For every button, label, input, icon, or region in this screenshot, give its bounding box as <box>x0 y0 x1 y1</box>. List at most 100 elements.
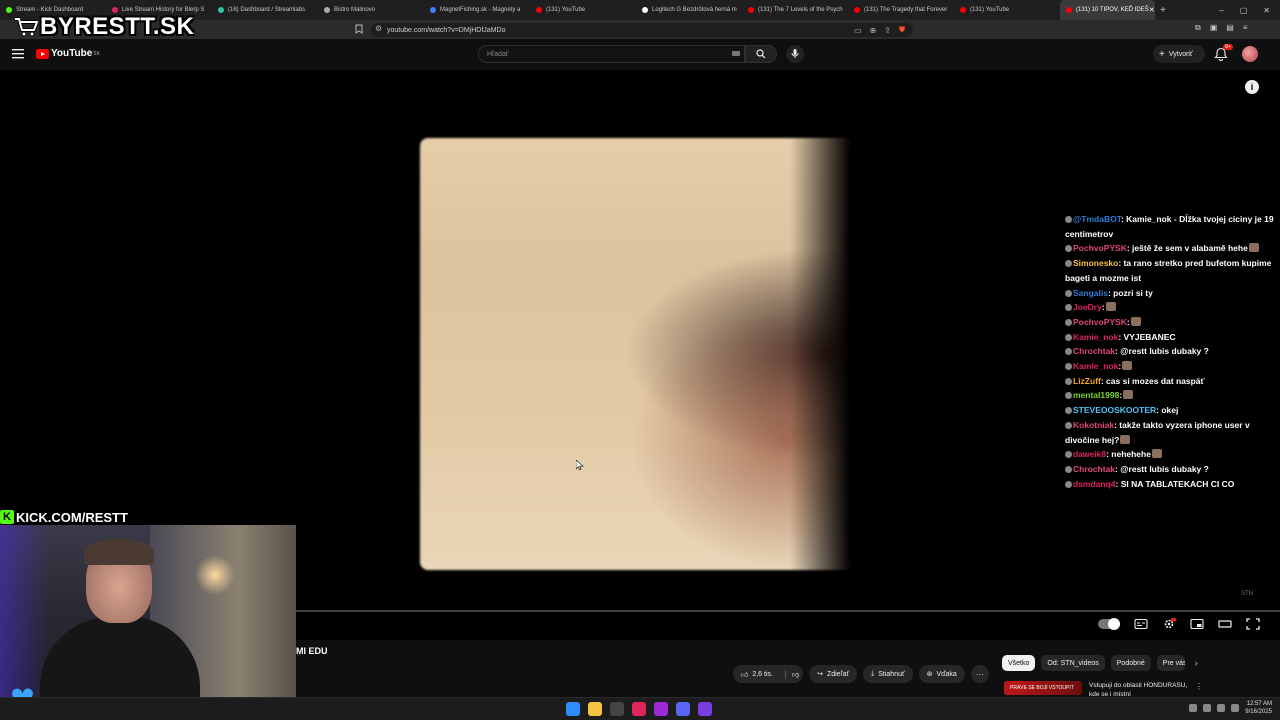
chat-badge-icon <box>1065 465 1072 473</box>
kick-channel-text: KICK.COM/RESTT <box>16 509 128 525</box>
chat-message: @TmdaBOT: Kamie_nok - Dĺžka tvojej cicin… <box>1065 212 1277 241</box>
new-tab-button[interactable]: + <box>1155 5 1171 16</box>
progress-bar[interactable] <box>296 610 1280 612</box>
volume-icon[interactable] <box>1217 704 1226 712</box>
stream-chat-overlay: @TmdaBOT: Kamie_nok - Dĺžka tvojej cicin… <box>1065 212 1277 491</box>
download-button[interactable]: ⤓ Stiahnuť <box>863 665 913 683</box>
share-button[interactable]: ↪ Zdieľať <box>809 665 858 683</box>
browser-tab[interactable]: Logitech G Bezdrôtová herná m <box>636 0 742 20</box>
menu-icon[interactable]: ≡ <box>1243 23 1248 33</box>
chat-message: Chrochtak: @restt lubis dubaky ? <box>1065 344 1277 359</box>
like-button[interactable]: 👍︎ 2,6 tis. <box>741 670 773 679</box>
chat-badge-icon <box>1065 216 1072 223</box>
clock-time: 12:57 AM <box>1246 701 1272 707</box>
chip-for-you[interactable]: Pre vás <box>1156 655 1185 671</box>
chat-badge-icon <box>1065 392 1072 400</box>
chat-text: : @restt lubis dubaky ? <box>1115 463 1209 474</box>
extensions-icon[interactable]: ⧉ <box>1195 23 1201 33</box>
video-frame[interactable] <box>420 138 850 570</box>
tray-chevron-icon[interactable] <box>1189 704 1198 712</box>
account-avatar[interactable] <box>1242 46 1258 62</box>
chat-emote-icon <box>1105 302 1116 312</box>
taskbar-app-icon[interactable] <box>654 702 668 716</box>
taskbar-app-icon[interactable] <box>698 702 712 716</box>
brave-shield-icon[interactable]: ⛊ <box>899 25 905 35</box>
settings-gear-icon[interactable] <box>1162 618 1176 630</box>
chip-from-channel[interactable]: Od: STN_videos <box>1041 655 1105 671</box>
close-window-button[interactable]: ✕ <box>1263 6 1270 15</box>
subtitles-icon[interactable] <box>1134 618 1148 630</box>
youtube-header: YouTube SK Hľadať + Vytvoriť 9+ <box>0 40 1280 70</box>
chat-emote-icon <box>1248 243 1259 253</box>
keyboard-icon[interactable] <box>732 51 740 56</box>
share-page-icon[interactable]: ⇪ <box>884 26 891 35</box>
zoom-icon[interactable]: ⊕ <box>870 26 877 35</box>
sidebar-icon[interactable]: ▤ <box>1226 23 1234 33</box>
search-input[interactable]: Hľadať <box>478 45 745 63</box>
browser-tab[interactable]: MagnetFishing.sk - Magnety a <box>424 0 530 20</box>
search-button[interactable] <box>745 45 777 63</box>
recommended-video-menu-icon[interactable]: ⋮ <box>1195 682 1203 691</box>
thanks-icon: ⊛ <box>926 671 933 678</box>
browser-tab[interactable]: (131) The 7 Levels of the Psych <box>742 0 848 20</box>
chip-related[interactable]: Podobné <box>1110 655 1151 671</box>
tab-close-icon[interactable]: ✕ <box>1149 6 1155 14</box>
taskbar-app-icon[interactable] <box>588 702 602 716</box>
miniplayer-icon[interactable] <box>1190 618 1204 630</box>
chat-username: daweik8 <box>1073 449 1107 460</box>
browser-tab[interactable]: Bistro Malinovo <box>318 0 424 20</box>
chat-username: Chrochtak <box>1073 463 1116 474</box>
chat-username: Kokotniak <box>1073 419 1115 430</box>
share-label: Zdieľať <box>826 670 850 678</box>
recommended-video-thumbnail[interactable]: PRÁVE SE BOJÍ VSTOUPIT <box>1004 681 1082 695</box>
info-icon[interactable]: i <box>1245 80 1259 94</box>
bookmark-icon[interactable] <box>354 24 364 34</box>
taskbar-app-icon[interactable] <box>632 702 646 716</box>
fullscreen-icon[interactable] <box>1246 618 1260 630</box>
taskbar-app-icon[interactable] <box>676 702 690 716</box>
taskbar-app-icon[interactable] <box>610 702 624 716</box>
chat-text: : <box>1119 390 1123 401</box>
clock[interactable]: 12:57 AM 9/16/2025 <box>1245 700 1272 716</box>
recommendation-chips: Všetko Od: STN_videos Podobné Pre vás › <box>1002 655 1198 671</box>
cast-icon[interactable]: ▭ <box>854 26 862 35</box>
webcam-feed: ♥ <box>0 525 296 720</box>
thanks-button[interactable]: ⊛ Vďaka <box>918 665 965 683</box>
youtube-logo[interactable]: YouTube SK <box>36 48 100 59</box>
hamburger-menu-icon[interactable] <box>12 49 24 59</box>
browser-tab[interactable]: (131) The Tragedy that Forever <box>848 0 954 20</box>
chat-emote-icon <box>1130 316 1141 326</box>
chat-username: STEVEOOSKOOTER <box>1073 405 1157 416</box>
dislike-button[interactable]: 👎︎ <box>784 669 799 679</box>
network-icon[interactable] <box>1203 704 1212 712</box>
browser-tab[interactable]: (16) Dashboard / Streamlabs <box>212 0 318 20</box>
theater-mode-icon[interactable] <box>1218 618 1232 630</box>
create-button[interactable]: + Vytvoriť <box>1153 45 1205 63</box>
address-tools: ▭ ⊕ ⇪ ⛊ <box>854 23 913 37</box>
maximize-button[interactable]: ▢ <box>1240 6 1248 15</box>
channel-watermark[interactable]: STN <box>1241 591 1253 597</box>
autoplay-toggle[interactable] <box>1098 618 1120 630</box>
tab-active[interactable]: (131) 10 TIPOV, KEĎ IDEŠ ✕ <box>1060 0 1155 20</box>
browser-tab[interactable]: (131) YouTube <box>530 0 636 20</box>
minimize-button[interactable]: – <box>1219 6 1223 15</box>
tab-title: Logitech G Bezdrôtová herná m <box>652 7 737 13</box>
webcam-lamp-glow <box>195 555 235 595</box>
chat-badge-icon <box>1065 421 1072 429</box>
battery-icon[interactable] <box>1231 704 1240 712</box>
chat-text: : <box>1118 361 1122 372</box>
address-bar[interactable]: ⚙ youtube.com/watch?v=DMjHDfJaMDo ▭ ⊕ ⇪ … <box>371 23 913 37</box>
chat-message: JoeDry: <box>1065 300 1277 315</box>
voice-search-button[interactable] <box>786 45 804 63</box>
chat-text: : pozri si ty <box>1107 287 1153 298</box>
browser-tab[interactable]: (131) YouTube <box>954 0 1060 20</box>
chip-all[interactable]: Všetko <box>1002 655 1036 671</box>
chat-badge-icon <box>1065 363 1072 371</box>
wallet-icon[interactable]: ▣ <box>1210 23 1218 33</box>
site-info-icon[interactable]: ⚙ <box>375 24 382 33</box>
chips-next-chevron-icon[interactable]: › <box>1195 658 1198 668</box>
taskbar-app-icon[interactable] <box>566 702 580 716</box>
tab-title: (131) The Tragedy that Forever <box>864 7 948 13</box>
more-actions-button[interactable]: ··· <box>970 665 989 683</box>
tab-title: (131) YouTube <box>546 7 586 13</box>
